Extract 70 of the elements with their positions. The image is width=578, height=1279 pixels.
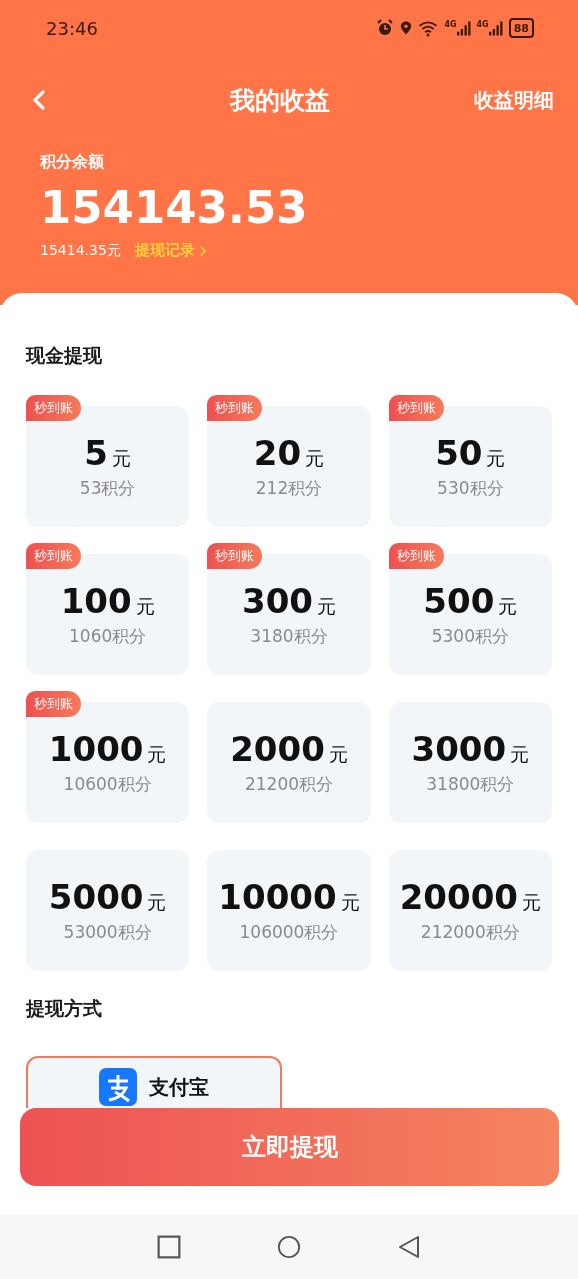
points-cost: 31800积分 [426, 773, 515, 796]
wifi-icon [418, 19, 439, 37]
alarm-icon [376, 19, 395, 37]
amount-value: 1000 [48, 729, 144, 769]
signal-icon [488, 20, 503, 36]
location-icon [400, 20, 413, 36]
amount-option[interactable]: 5000 元 53000积分 [26, 850, 190, 971]
points-cost: 212000积分 [420, 921, 520, 944]
instant-badge: 秒到账 [388, 395, 444, 421]
amount-unit: 元 [305, 446, 325, 471]
amount-unit: 元 [328, 742, 348, 767]
page-title: 我的收益 [228, 84, 331, 117]
points-cost: 53积分 [79, 477, 136, 500]
points-cost: 53000积分 [63, 921, 152, 944]
amount-value: 2000 [230, 729, 325, 769]
amount-option[interactable]: 2000 元 21200积分 [207, 702, 371, 823]
amount-value: 5000 [48, 877, 144, 917]
instant-badge: 秒到账 [388, 543, 444, 569]
amount-unit: 元 [135, 594, 155, 619]
points-cost: 1060积分 [69, 625, 147, 648]
signal-icon [456, 20, 471, 36]
amount-unit: 元 [521, 890, 541, 915]
balance-label: 积分余额 [40, 152, 105, 173]
recent-apps-icon[interactable] [157, 1235, 181, 1259]
amount-value: 500 [423, 581, 495, 621]
amount-value: 20 [253, 433, 302, 473]
network-label: 4G [476, 20, 489, 29]
amount-value: 20000 [399, 877, 518, 917]
amount-value: 5 [84, 433, 108, 473]
instant-badge: 秒到账 [207, 543, 263, 569]
amount-unit: 元 [112, 446, 131, 471]
cash-amount: 15414.35元 [40, 241, 121, 260]
amount-unit: 元 [340, 890, 360, 915]
points-cost: 10600积分 [63, 773, 152, 796]
amount-option[interactable]: 10000 元 106000积分 [207, 850, 371, 971]
balance-amount: 154143.53 [40, 180, 309, 236]
amount-value: 50 [435, 433, 483, 473]
amount-unit: 元 [498, 594, 518, 619]
payment-option[interactable]: 支付宝 [26, 1056, 282, 1108]
amount-value: 300 [242, 581, 313, 621]
points-cost: 5300积分 [431, 625, 509, 648]
amount-unit: 元 [510, 742, 530, 767]
instant-badge: 秒到账 [26, 691, 81, 717]
amount-option[interactable]: 3000 元 31800积分 [388, 702, 552, 823]
back-icon[interactable] [397, 1235, 421, 1259]
status-time: 23:46 [46, 17, 98, 39]
home-icon[interactable] [277, 1235, 301, 1259]
amount-unit: 元 [147, 742, 167, 767]
points-cost: 3180积分 [250, 625, 328, 648]
battery-level: 88 [513, 21, 529, 35]
instant-badge: 秒到账 [26, 543, 81, 569]
amount-unit: 元 [317, 594, 336, 619]
payment-logo-icon [99, 1068, 137, 1106]
network-label: 4G [444, 20, 457, 29]
instant-badge: 秒到账 [26, 395, 81, 421]
amount-unit: 元 [486, 446, 506, 471]
amount-value: 3000 [411, 729, 507, 769]
amount-value: 10000 [218, 877, 337, 917]
chevron-icon [198, 244, 207, 257]
instant-badge: 秒到账 [207, 395, 263, 421]
points-cost: 530积分 [437, 477, 504, 500]
points-cost: 106000积分 [239, 921, 339, 944]
section-title: 现金提现 [26, 343, 103, 368]
section-title: 提现方式 [26, 996, 103, 1021]
amount-unit: 元 [147, 890, 167, 915]
amount-option[interactable]: 20000 元 212000积分 [388, 850, 552, 971]
amount-value: 100 [60, 581, 132, 621]
payment-name: 支付宝 [149, 1074, 209, 1101]
points-cost: 212积分 [255, 477, 323, 500]
points-cost: 21200积分 [244, 773, 334, 796]
